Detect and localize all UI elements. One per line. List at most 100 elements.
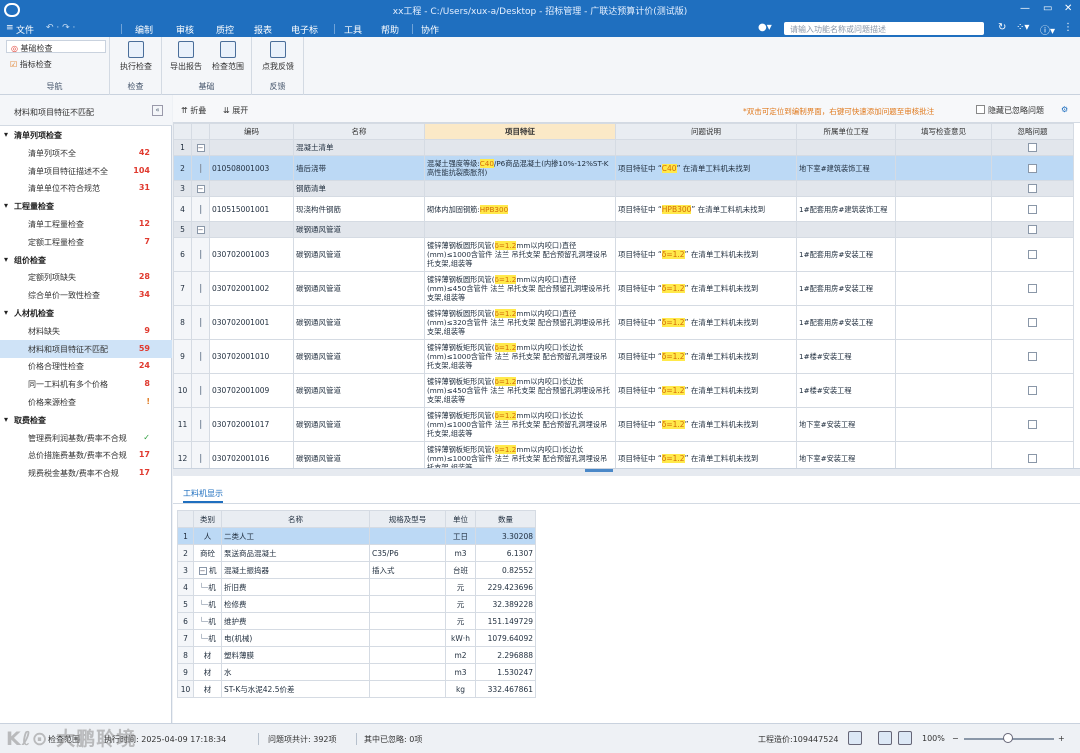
issue-row[interactable]: 11 ┃ 030702001017 碳钢通风管道 镀锌薄钢板矩形风管(δ=1.2mm以内… (173, 407, 1074, 442)
ignore-checkbox[interactable] (1028, 420, 1037, 430)
check-item[interactable]: 定额工程量检查 7 (0, 233, 172, 251)
file-menu-icon[interactable]: ≡ (6, 23, 14, 33)
resource-row[interactable]: 9 材水 m3 1.530247 (177, 663, 536, 681)
menu-review[interactable]: 审核 (176, 23, 194, 36)
undo-redo-icons[interactable]: ↶ · ↷ · (46, 23, 75, 33)
ignore-cell[interactable] (991, 271, 1074, 306)
restore-icon[interactable]: ▭ (1043, 3, 1052, 14)
resource-row[interactable]: 8 材塑料薄膜 m2 2.296888 (177, 646, 536, 664)
check-category[interactable]: ▾ 人材机检查 (0, 304, 172, 322)
ignore-checkbox[interactable] (1028, 318, 1037, 328)
check-range-button[interactable]: 检查范围 (208, 41, 248, 72)
ignore-cell[interactable] (991, 237, 1074, 272)
pane-splitter[interactable] (173, 468, 1080, 476)
opinion-cell[interactable] (895, 407, 992, 442)
opinion-cell[interactable] (895, 305, 992, 340)
menu-report[interactable]: 报表 (254, 23, 272, 36)
zoom-out-icon[interactable]: − (952, 734, 959, 743)
ignore-checkbox[interactable] (1028, 454, 1037, 464)
resource-row[interactable]: 3− 机混凝土振捣器 插入式 台班 0.82552 (177, 561, 536, 579)
opinion-cell[interactable] (895, 237, 992, 272)
split-view-icon[interactable] (898, 731, 912, 745)
opinion-cell[interactable] (895, 441, 992, 468)
opinion-cell[interactable] (895, 155, 992, 181)
group-row[interactable]: 5− 碳钢通风管道 (173, 221, 1074, 238)
resource-row[interactable]: 6 └─机 维护费 元 151.149729 (177, 612, 536, 630)
ignore-checkbox[interactable] (1028, 204, 1037, 214)
col-qty[interactable]: 数量 (475, 510, 536, 528)
run-check-button[interactable]: 执行检查 (116, 41, 156, 72)
resource-row[interactable]: 7 └─机 电(机械) kW·h 1079.64092 (177, 629, 536, 647)
issue-row[interactable]: 4 ┃ 010515001001 现浇构件钢筋 砌体内加固钢筋:HPB300 项目特征中 … (173, 196, 1074, 222)
expand-button[interactable]: ⇊ 展开 (223, 105, 248, 116)
check-item[interactable]: 管理费利润基数/费率不合规 ✓ (0, 429, 172, 447)
opinion-cell[interactable] (895, 196, 992, 222)
grid-menu-icon[interactable]: ⁘▾ (1016, 22, 1029, 33)
resource-row[interactable]: 1 人二类人工 工日 3.30208 (177, 527, 536, 545)
nav-index-check[interactable]: ☑ 指标检查 (6, 57, 106, 70)
check-item[interactable]: 综合单价一致性检查 34 (0, 286, 172, 304)
refresh-icon[interactable]: ↻ (998, 22, 1006, 33)
issue-row[interactable]: 8 ┃ 030702001001 碳钢通风管道 镀锌薄钢板圆形风管(δ=1.2mm以内咬… (173, 305, 1074, 340)
collapse-toggle-icon[interactable]: − (198, 566, 207, 575)
opinion-cell[interactable] (895, 339, 992, 374)
collapse-toggle-icon[interactable]: − (196, 226, 205, 234)
check-category[interactable]: ▾ 清单列项检查 (0, 126, 172, 144)
collapse-toggle-icon[interactable]: − (196, 144, 205, 152)
ignore-checkbox[interactable] (1028, 163, 1037, 173)
layout-view-icon[interactable] (878, 731, 892, 745)
col-issue[interactable]: 问题说明 (615, 123, 797, 140)
expand-caret-icon[interactable]: ▾ (4, 415, 8, 424)
tree-toggle[interactable]: − (191, 221, 210, 238)
minimize-icon[interactable]: — (1020, 3, 1030, 14)
col-code[interactable]: 编码 (209, 123, 294, 140)
col-unit[interactable]: 单位 (445, 510, 476, 528)
resource-row[interactable]: 4 └─机 折旧费 元 229.423696 (177, 578, 536, 596)
ignore-checkbox[interactable] (1028, 143, 1037, 153)
issue-row[interactable]: 10 ┃ 030702001009 碳钢通风管道 镀锌薄钢板矩形风管(δ=1.2mm以内… (173, 373, 1074, 408)
tab-resource-display[interactable]: 工料机显示 (183, 488, 223, 503)
col-unit-project[interactable]: 所属单位工程 (796, 123, 896, 140)
settings-icon[interactable]: ⚙ (1061, 105, 1068, 114)
calculator-icon[interactable] (848, 731, 862, 745)
check-item[interactable]: 规费税金基数/费率不合规 17 (0, 464, 172, 482)
hide-ignored-checkbox[interactable] (976, 105, 985, 114)
ignore-cell[interactable] (991, 155, 1074, 181)
col-feature[interactable]: 项目特征 (424, 123, 616, 140)
ignore-checkbox[interactable] (1028, 284, 1037, 294)
col-res-name[interactable]: 名称 (221, 510, 370, 528)
tree-toggle[interactable]: − (191, 139, 210, 156)
check-item[interactable]: 清单项目特征描述不全 104 (0, 162, 172, 180)
menu-collab[interactable]: 协作 (421, 23, 439, 36)
zoom-slider-handle[interactable] (1003, 733, 1013, 743)
check-item[interactable]: 材料和项目特征不匹配 59 (0, 339, 172, 358)
check-category[interactable]: ▾ 取费检查 (0, 411, 172, 429)
expand-caret-icon[interactable]: ▾ (4, 130, 8, 139)
check-item[interactable]: 同一工料机有多个价格 8 (0, 375, 172, 393)
group-row[interactable]: 3− 钢筋清单 (173, 180, 1074, 197)
menu-file[interactable]: 文件 (16, 23, 34, 36)
ignore-cell[interactable] (991, 339, 1074, 374)
nav-basic-check[interactable]: ◎ 基础检查 (6, 40, 106, 53)
issue-row[interactable]: 7 ┃ 030702001002 碳钢通风管道 镀锌薄钢板圆形风管(δ=1.2mm以内咬… (173, 271, 1074, 306)
issue-row[interactable]: 2 ┃ 010508001003 墙后浇带 混凝土强度等级:C40/P6商品混凝土(内掺… (173, 155, 1074, 181)
help-icon[interactable]: ⓘ▾ (1040, 22, 1055, 37)
menu-tools[interactable]: 工具 (344, 23, 362, 36)
collapse-panel-icon[interactable]: « (152, 105, 163, 116)
feedback-button[interactable]: 点我反馈 (258, 41, 298, 72)
col-ignore[interactable]: 忽略问题 (991, 123, 1074, 140)
opinion-cell[interactable] (895, 373, 992, 408)
check-item[interactable]: 价格合理性检查 24 (0, 357, 172, 375)
col-opinion[interactable]: 填写检查意见 (895, 123, 992, 140)
expand-caret-icon[interactable]: ▾ (4, 201, 8, 210)
ignore-cell[interactable] (991, 407, 1074, 442)
menu-help[interactable]: 帮助 (381, 23, 399, 36)
ignore-checkbox[interactable] (1028, 225, 1037, 235)
check-item[interactable]: 清单列项不全 42 (0, 144, 172, 162)
check-item[interactable]: 清单工程量检查 12 (0, 215, 172, 233)
user-icon[interactable]: ●▾ (758, 22, 772, 33)
check-item[interactable]: 价格来源检查! (0, 393, 172, 411)
check-item[interactable]: 定额列项缺失 28 (0, 268, 172, 286)
opinion-cell[interactable] (895, 271, 992, 306)
more-icon[interactable]: ⋮ (1063, 22, 1073, 33)
